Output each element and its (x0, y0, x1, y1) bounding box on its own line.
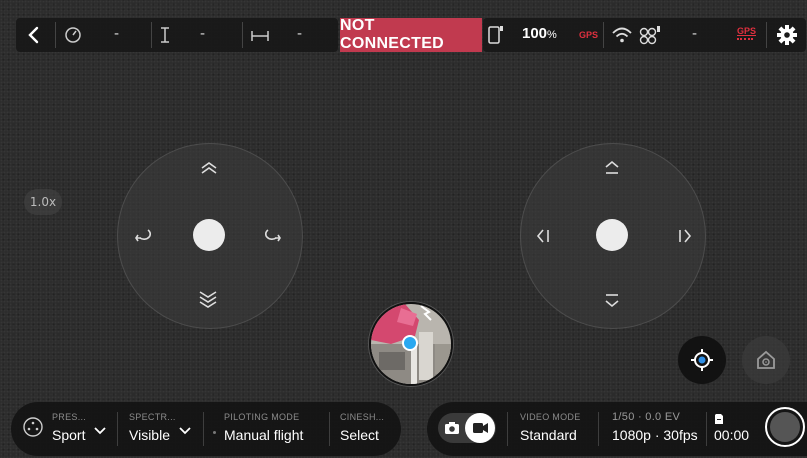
record-button-inner (770, 412, 800, 442)
battery-unit: % (547, 29, 557, 41)
altitude-icon (158, 25, 172, 49)
gps-status-left: GPS (579, 30, 599, 40)
speed-icon (64, 26, 82, 48)
divider (603, 22, 604, 48)
camera-icon[interactable] (444, 420, 460, 439)
drone-signal-value: - (692, 26, 698, 42)
rotate-left-icon (133, 225, 153, 247)
video-mode-value: Standard (520, 427, 577, 443)
divider (151, 22, 152, 48)
divider (598, 412, 599, 446)
speed-value: - (114, 26, 120, 42)
spectrum-value: Visible (129, 427, 170, 443)
spectrum-label: SPECTR... (129, 412, 176, 422)
gps-status-right: GPS (737, 26, 757, 36)
strafe-right-icon (676, 226, 694, 250)
preset-label: PRES... (52, 412, 87, 422)
battery-percent: 100 (522, 25, 548, 42)
gps-signal-dots (737, 38, 753, 43)
divider (329, 412, 330, 446)
video-mode-active[interactable] (465, 413, 495, 443)
ascend-icon (199, 160, 219, 180)
return-home-button[interactable] (742, 336, 790, 384)
divider (203, 412, 204, 446)
backward-icon (602, 292, 622, 314)
descend-icon (197, 288, 219, 312)
divider (706, 412, 707, 446)
exposure-label: 1/50 · 0.0 EV (612, 411, 681, 423)
divider (242, 22, 243, 48)
rotate-right-icon (263, 225, 283, 247)
right-joystick-knob[interactable] (596, 219, 628, 251)
chevron-left-icon (28, 26, 39, 44)
drone-location-marker (402, 335, 418, 351)
distance-value: - (297, 26, 303, 42)
piloting-mode-label: PILOTING MODE (224, 412, 300, 422)
forward-icon (602, 158, 622, 180)
settings-button[interactable] (776, 24, 798, 50)
gear-icon (777, 25, 797, 45)
center-map-button[interactable] (678, 336, 726, 384)
chevron-down-icon (179, 420, 191, 439)
cineshot-value: Select (340, 427, 379, 443)
video-mode-label: VIDEO MODE (520, 412, 581, 422)
left-joystick-knob[interactable] (193, 219, 225, 251)
cineshot-label: CINESH... (340, 412, 385, 422)
altitude-value: - (200, 26, 206, 42)
connection-status-badge[interactable]: NOT CONNECTED (340, 17, 482, 52)
strafe-left-icon (534, 226, 552, 250)
bullet-dot (213, 431, 216, 434)
battery-level: 100% (522, 25, 557, 42)
back-button[interactable] (24, 25, 44, 45)
phone-battery-icon (487, 24, 505, 50)
zoom-indicator[interactable]: 1.0x (24, 189, 62, 215)
preset-value: Sport (52, 427, 86, 443)
crosshair-target-icon (691, 349, 713, 371)
divider (55, 22, 56, 48)
divider (117, 412, 118, 446)
chevron-down-icon (94, 420, 106, 439)
wifi-icon (611, 25, 633, 49)
drone-icon (638, 24, 662, 50)
preset-icon (22, 416, 44, 442)
piloting-mode-value: Manual flight (224, 427, 304, 443)
divider (766, 22, 767, 48)
record-button[interactable] (765, 407, 805, 447)
video-camera-icon (473, 423, 488, 433)
minimap[interactable] (369, 302, 453, 386)
divider (507, 412, 508, 446)
home-icon (757, 350, 775, 369)
distance-icon (250, 28, 270, 47)
recording-time: 00:00 (714, 427, 750, 443)
resolution-value: 1080p · 30fps (612, 427, 698, 443)
